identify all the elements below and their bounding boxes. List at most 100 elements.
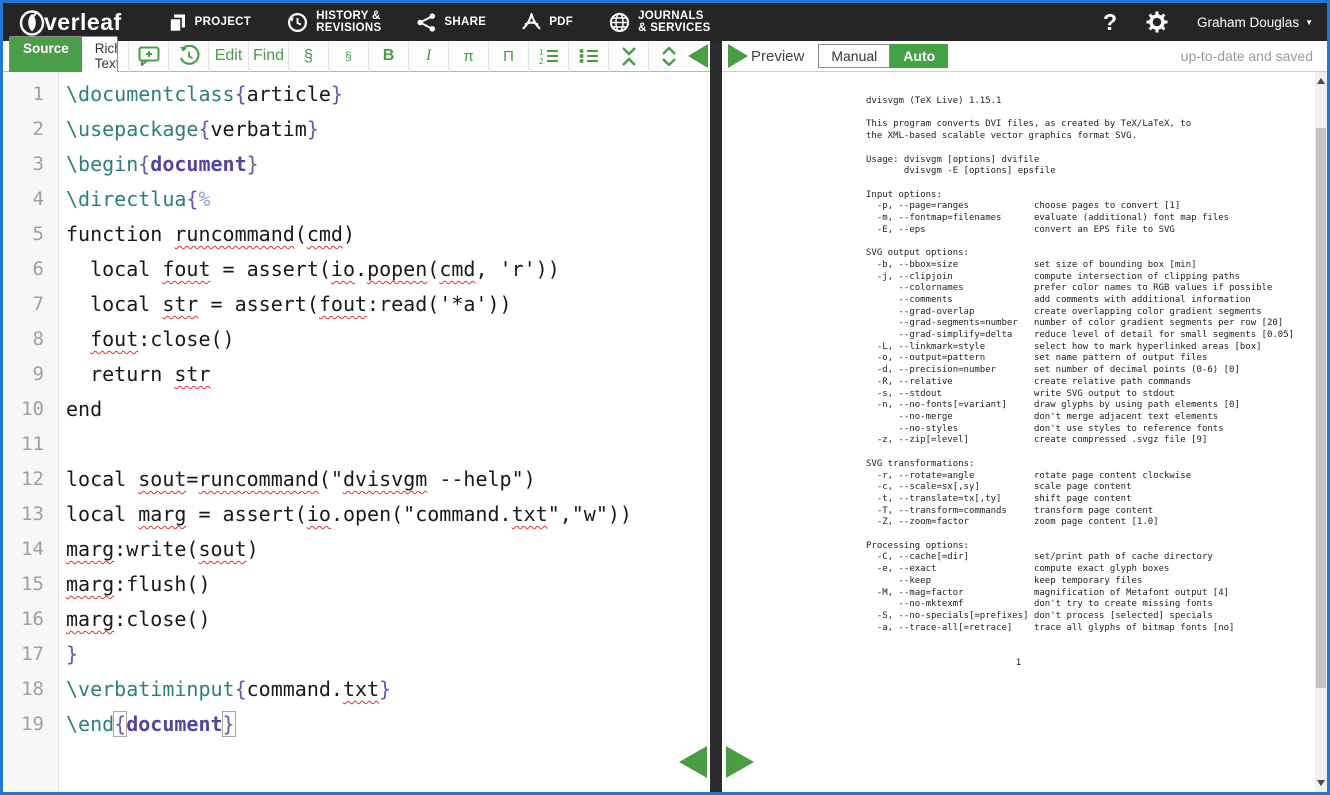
pdf-scrollbar[interactable] <box>1315 72 1327 792</box>
code-area[interactable]: \documentclass{article}\usepackage{verba… <box>60 72 710 792</box>
bold-button[interactable]: B <box>368 41 408 72</box>
add-comment-button[interactable] <box>128 41 168 72</box>
collapse-editor-pane-arrow[interactable] <box>688 44 708 68</box>
project-pages-icon <box>168 13 187 32</box>
line-number: 12 <box>3 462 58 497</box>
history-button[interactable] <box>168 41 208 72</box>
line-number: 19 <box>3 707 58 742</box>
fold-icon <box>621 47 637 66</box>
code-line[interactable]: function runcommand(cmd) <box>66 217 710 252</box>
line-number: 3 <box>3 147 58 182</box>
line-number: 14 <box>3 532 58 567</box>
edit-menu-button[interactable]: Edit <box>208 41 248 72</box>
unfold-all-button[interactable] <box>648 41 688 72</box>
line-number: 16 <box>3 602 58 637</box>
source-mode-button[interactable]: Source <box>10 37 82 75</box>
user-name: Graham Douglas <box>1197 15 1299 30</box>
line-number: 4 <box>3 182 58 217</box>
nav-history-label: HISTORY &REVISIONS <box>316 10 381 34</box>
expand-preview-pane-arrow[interactable] <box>728 44 748 68</box>
code-line[interactable]: \end{document} <box>66 707 710 742</box>
nav-history-revisions[interactable]: HISTORY &REVISIONS <box>287 10 381 34</box>
line-number: 8 <box>3 322 58 357</box>
rich-text-mode-button[interactable]: Rich Text <box>82 37 118 75</box>
display-math-button[interactable]: Π <box>488 41 528 72</box>
nav-journals-label: JOURNALS& SERVICES <box>638 10 710 34</box>
nav-pdf-label: PDF <box>549 16 573 28</box>
line-number: 1 <box>3 77 58 112</box>
header-nav: PROJECT HISTORY &REVISIONS <box>168 10 711 34</box>
find-button[interactable]: Find <box>248 41 288 72</box>
preview-toolbar: Preview Manual Auto up-to-date and saved <box>722 41 1327 72</box>
overleaf-app-window: verleaf PROJECT <box>0 0 1330 795</box>
code-line[interactable]: } <box>66 637 710 672</box>
line-number: 7 <box>3 287 58 322</box>
nav-project[interactable]: PROJECT <box>168 13 251 32</box>
mode-toggle-group: Source Rich Text <box>9 36 118 76</box>
code-line[interactable]: local sout=runcommand("dvisvgm --help") <box>66 462 710 497</box>
undo-history-icon <box>178 45 200 67</box>
code-line[interactable]: marg:close() <box>66 602 710 637</box>
code-line[interactable]: local marg = assert(io.open("command.txt… <box>66 497 710 532</box>
code-line[interactable]: local fout = assert(io.popen(cmd, 'r')) <box>66 252 710 287</box>
code-line[interactable]: \documentclass{article} <box>66 77 710 112</box>
help-button[interactable]: ? <box>1103 9 1117 36</box>
unfold-icon <box>661 47 677 66</box>
scrollbar-down-arrow-icon[interactable] <box>1317 780 1325 786</box>
numbered-list-button[interactable]: 1 2 <box>528 41 568 72</box>
overleaf-logo[interactable]: verleaf <box>17 7 122 37</box>
compile-mode-group: Manual Auto <box>818 44 948 68</box>
header-right-group: ? Graham Douglas ▼ <box>1103 9 1313 36</box>
auto-compile-button[interactable]: Auto <box>890 44 948 68</box>
pane-divider[interactable] <box>710 41 722 792</box>
source-editor[interactable]: 12345678910111213141516171819 \documentc… <box>3 72 710 792</box>
code-line[interactable]: \begin{document} <box>66 147 710 182</box>
share-icon <box>417 13 436 32</box>
manual-compile-button[interactable]: Manual <box>818 44 890 68</box>
code-line[interactable]: fout:close() <box>66 322 710 357</box>
save-status-text: up-to-date and saved <box>1181 48 1313 64</box>
user-menu[interactable]: Graham Douglas ▼ <box>1197 15 1313 30</box>
code-line[interactable]: local str = assert(fout:read('*a')) <box>66 287 710 322</box>
settings-gear-icon[interactable] <box>1145 10 1169 34</box>
line-number: 15 <box>3 567 58 602</box>
subsection-button[interactable]: § <box>328 41 368 72</box>
code-line[interactable] <box>66 427 710 462</box>
collapse-left-pane-arrow[interactable] <box>679 746 707 778</box>
line-number: 6 <box>3 252 58 287</box>
logo-text: verleaf <box>44 9 122 36</box>
code-line[interactable]: return str <box>66 357 710 392</box>
pdf-page-text: dvisvgm (TeX Live) 1.15.1 This program c… <box>866 96 1294 634</box>
globe-icon <box>609 12 630 33</box>
code-line[interactable]: marg:flush() <box>66 567 710 602</box>
fold-all-button[interactable] <box>608 41 648 72</box>
nav-journals-services[interactable]: JOURNALS& SERVICES <box>609 10 710 34</box>
pdf-preview-pane: dvisvgm (TeX Live) 1.15.1 This program c… <box>722 72 1327 792</box>
top-header-bar: verleaf PROJECT <box>3 3 1327 41</box>
scrollbar-up-arrow-icon[interactable] <box>1317 78 1325 84</box>
nav-pdf[interactable]: PDF <box>522 13 573 32</box>
nav-project-label: PROJECT <box>195 16 251 28</box>
section-button[interactable]: § <box>288 41 328 72</box>
nav-share[interactable]: SHARE <box>417 13 486 32</box>
editor-toolbar: Source Rich Text Edit Find <box>3 41 710 72</box>
bullet-list-button[interactable] <box>568 41 608 72</box>
code-line[interactable]: \verbatiminput{command.txt} <box>66 672 710 707</box>
line-number: 18 <box>3 672 58 707</box>
inline-math-button[interactable]: π <box>448 41 488 72</box>
line-number: 13 <box>3 497 58 532</box>
code-line[interactable]: \usepackage{verbatim} <box>66 112 710 147</box>
expand-right-pane-arrow[interactable] <box>726 746 754 778</box>
line-number: 5 <box>3 217 58 252</box>
comment-plus-icon <box>138 46 160 66</box>
code-line[interactable]: marg:write(sout) <box>66 532 710 567</box>
line-number: 17 <box>3 637 58 672</box>
scrollbar-thumb[interactable] <box>1316 128 1326 688</box>
numbered-list-icon: 1 2 <box>539 47 559 65</box>
code-line[interactable]: end <box>66 392 710 427</box>
svg-text:2: 2 <box>539 57 544 65</box>
overleaf-leaf-o-icon <box>17 7 47 37</box>
italic-button[interactable]: I <box>408 41 448 72</box>
code-line[interactable]: \directlua{% <box>66 182 710 217</box>
bullet-list-icon <box>579 47 599 65</box>
